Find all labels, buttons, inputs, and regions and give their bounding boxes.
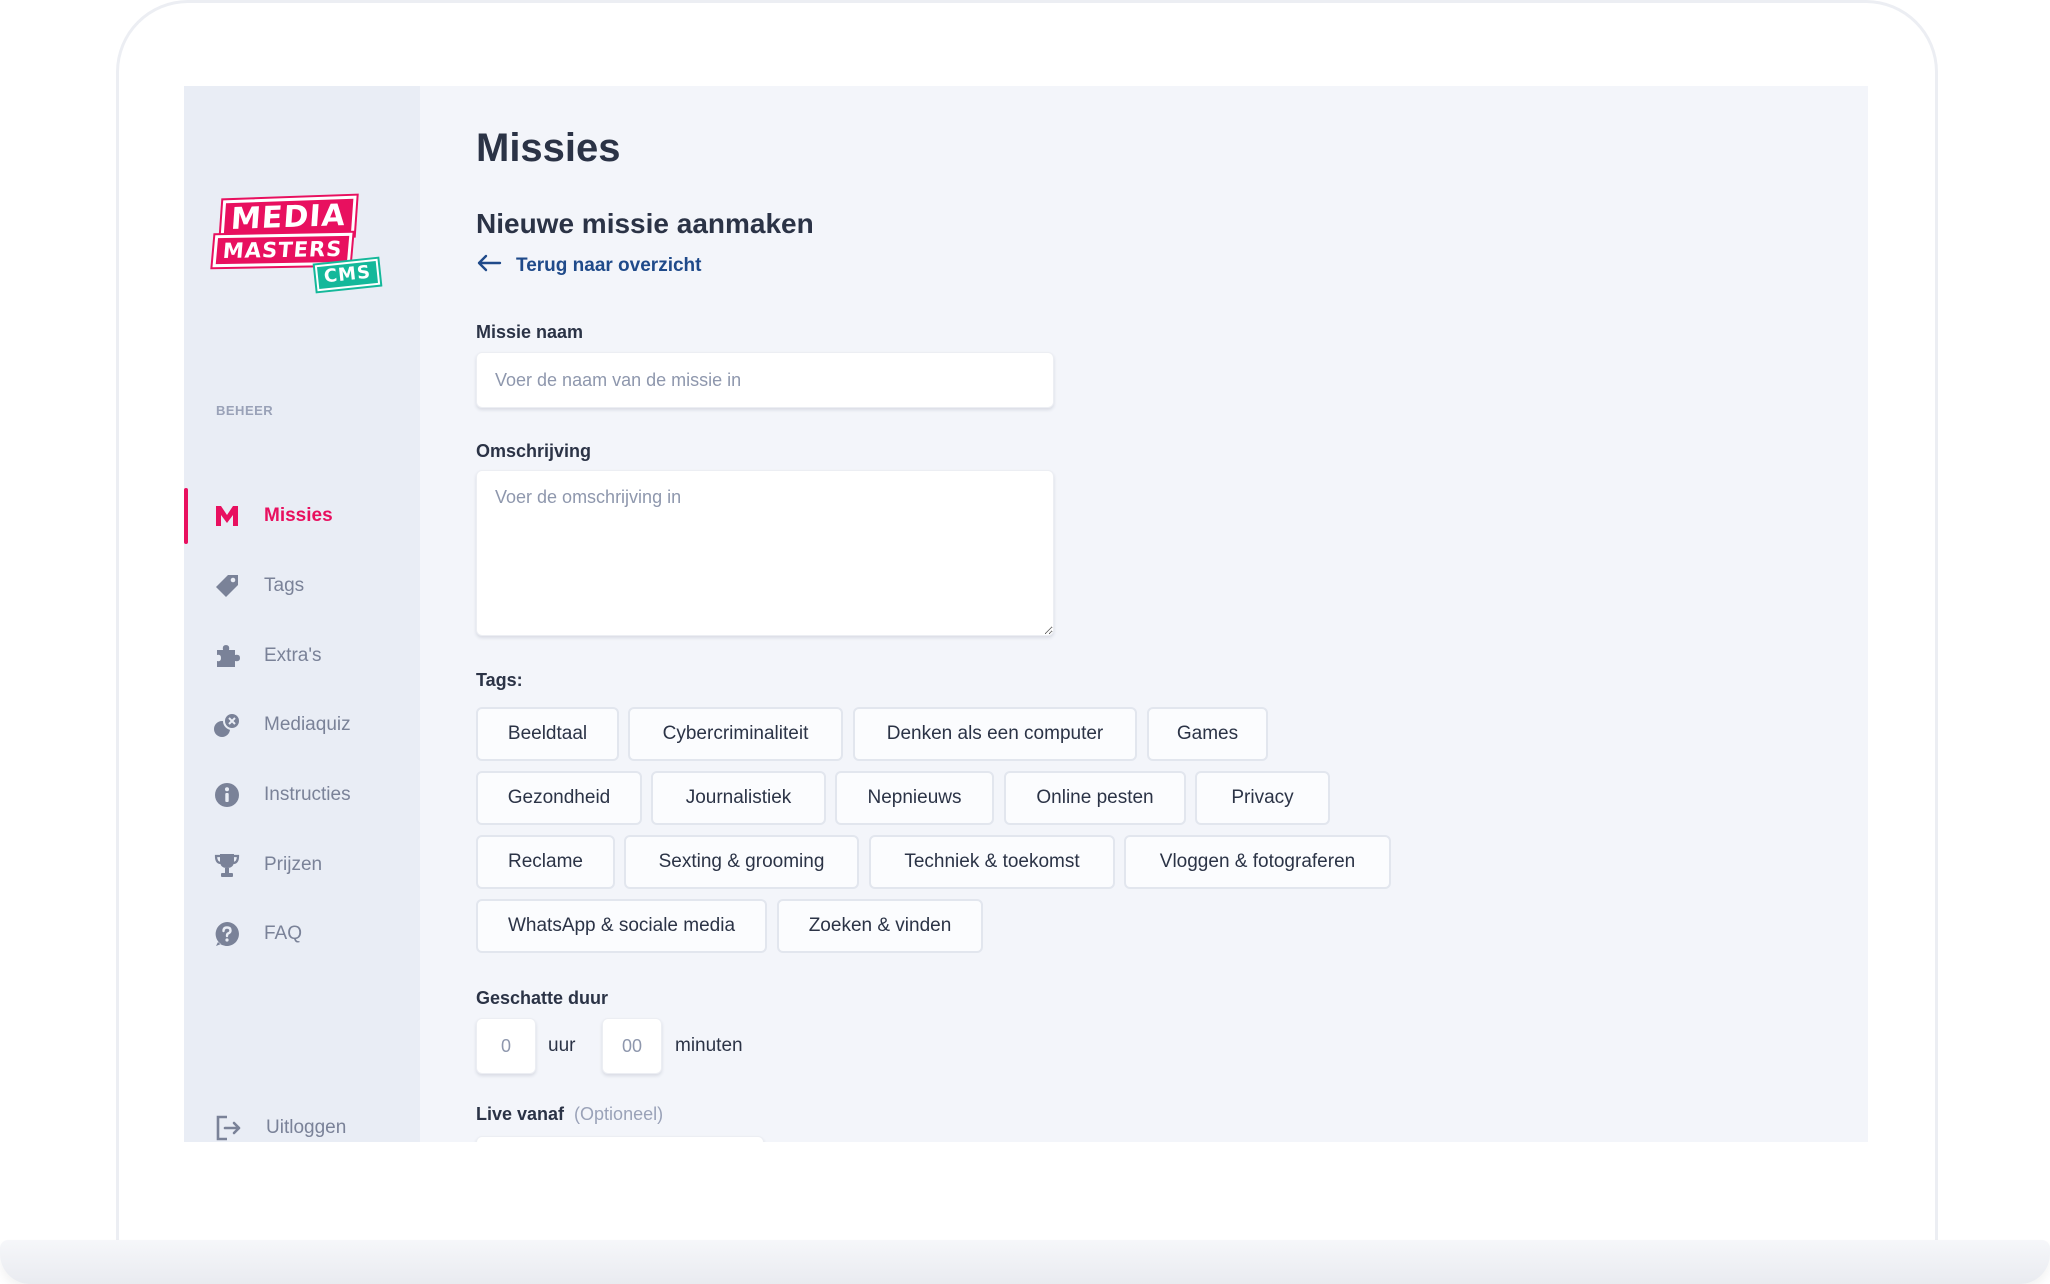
sidebar-item-mediaquiz[interactable]: Mediaquiz	[184, 697, 420, 753]
logo-cms-text: CMS	[314, 258, 381, 292]
minutes-input[interactable]	[602, 1018, 662, 1074]
sidebar: MEDIA MASTERS CMS BEHEER Missies Tags Ex…	[184, 86, 420, 1142]
m-logo-icon	[212, 501, 242, 531]
sidebar-item-label: Tags	[264, 575, 305, 596]
live-from-date-input[interactable]	[476, 1136, 764, 1142]
sidebar-item-prijzen[interactable]: Prijzen	[184, 837, 420, 893]
logout-button[interactable]: Uitloggen	[184, 1100, 420, 1142]
mission-name-label: Missie naam	[476, 322, 584, 342]
question-icon	[212, 919, 242, 949]
back-to-overview-link[interactable]: Terug naar overzicht	[476, 254, 701, 277]
tag-option[interactable]: Journalistiek	[651, 771, 826, 825]
tag-option[interactable]: Nepnieuws	[835, 771, 994, 825]
sidebar-item-extras[interactable]: Extra's	[184, 628, 420, 684]
tags-label: Tags:	[476, 670, 523, 690]
tag-option[interactable]: Denken als een computer	[853, 707, 1137, 761]
tag-option[interactable]: WhatsApp & sociale media	[476, 899, 767, 953]
description-label: Omschrijving	[476, 441, 592, 461]
logout-icon	[214, 1113, 244, 1142]
sidebar-item-instructies[interactable]: Instructies	[184, 767, 420, 823]
tag-option[interactable]: Sexting & grooming	[624, 835, 859, 889]
tag-option[interactable]: Beeldtaal	[476, 707, 619, 761]
sidebar-item-label: Missies	[264, 505, 333, 526]
app-window: MEDIA MASTERS CMS BEHEER Missies Tags Ex…	[184, 86, 1868, 1142]
tag-option[interactable]: Games	[1147, 707, 1268, 761]
laptop-base	[0, 1240, 2050, 1284]
trophy-icon	[212, 850, 242, 880]
sidebar-item-tags[interactable]: Tags	[184, 558, 420, 614]
quiz-icon	[212, 710, 242, 740]
sidebar-item-label: FAQ	[264, 923, 303, 944]
back-link-label: Terug naar overzicht	[516, 254, 702, 276]
main-content: Missies Nieuwe missie aanmaken Terug naa…	[420, 86, 1868, 1142]
tag-option[interactable]: Zoeken & vinden	[777, 899, 983, 953]
sidebar-item-label: Extra's	[264, 645, 322, 666]
minutes-unit-label: minuten	[675, 1035, 743, 1056]
optional-hint: (Optioneel)	[574, 1104, 664, 1124]
hours-input[interactable]	[476, 1018, 536, 1074]
sidebar-section-title: BEHEER	[216, 403, 274, 418]
sidebar-item-label: Prijzen	[264, 854, 323, 875]
live-from-text: Live vanaf	[476, 1104, 565, 1124]
info-icon	[212, 780, 242, 810]
mission-name-input[interactable]	[476, 352, 1054, 408]
tag-option[interactable]: Vloggen & fotograferen	[1124, 835, 1391, 889]
logout-label: Uitloggen	[266, 1117, 347, 1138]
page-title: Missies	[476, 126, 621, 170]
tag-option[interactable]: Cybercriminaliteit	[628, 707, 843, 761]
form-title: Nieuwe missie aanmaken	[476, 208, 814, 239]
tag-icon	[212, 571, 242, 601]
live-from-label: Live vanaf (Optioneel)	[476, 1104, 663, 1125]
arrow-left-icon	[476, 254, 502, 277]
duration-label: Geschatte duur	[476, 988, 609, 1008]
tag-option[interactable]: Techniek & toekomst	[869, 835, 1115, 889]
description-textarea[interactable]	[476, 470, 1054, 636]
sidebar-item-faq[interactable]: FAQ	[184, 906, 420, 962]
sidebar-item-label: Mediaquiz	[264, 714, 351, 735]
logo-masters-text: MASTERS	[212, 232, 353, 268]
sidebar-item-label: Instructies	[264, 784, 351, 805]
tag-option[interactable]: Reclame	[476, 835, 615, 889]
hours-unit-label: uur	[548, 1035, 576, 1056]
media-masters-logo[interactable]: MEDIA MASTERS CMS	[212, 195, 381, 292]
tag-option[interactable]: Privacy	[1195, 771, 1330, 825]
tag-option[interactable]: Gezondheid	[476, 771, 642, 825]
puzzle-icon	[212, 641, 242, 671]
sidebar-item-missies[interactable]: Missies	[184, 488, 420, 544]
tag-option[interactable]: Online pesten	[1004, 771, 1186, 825]
